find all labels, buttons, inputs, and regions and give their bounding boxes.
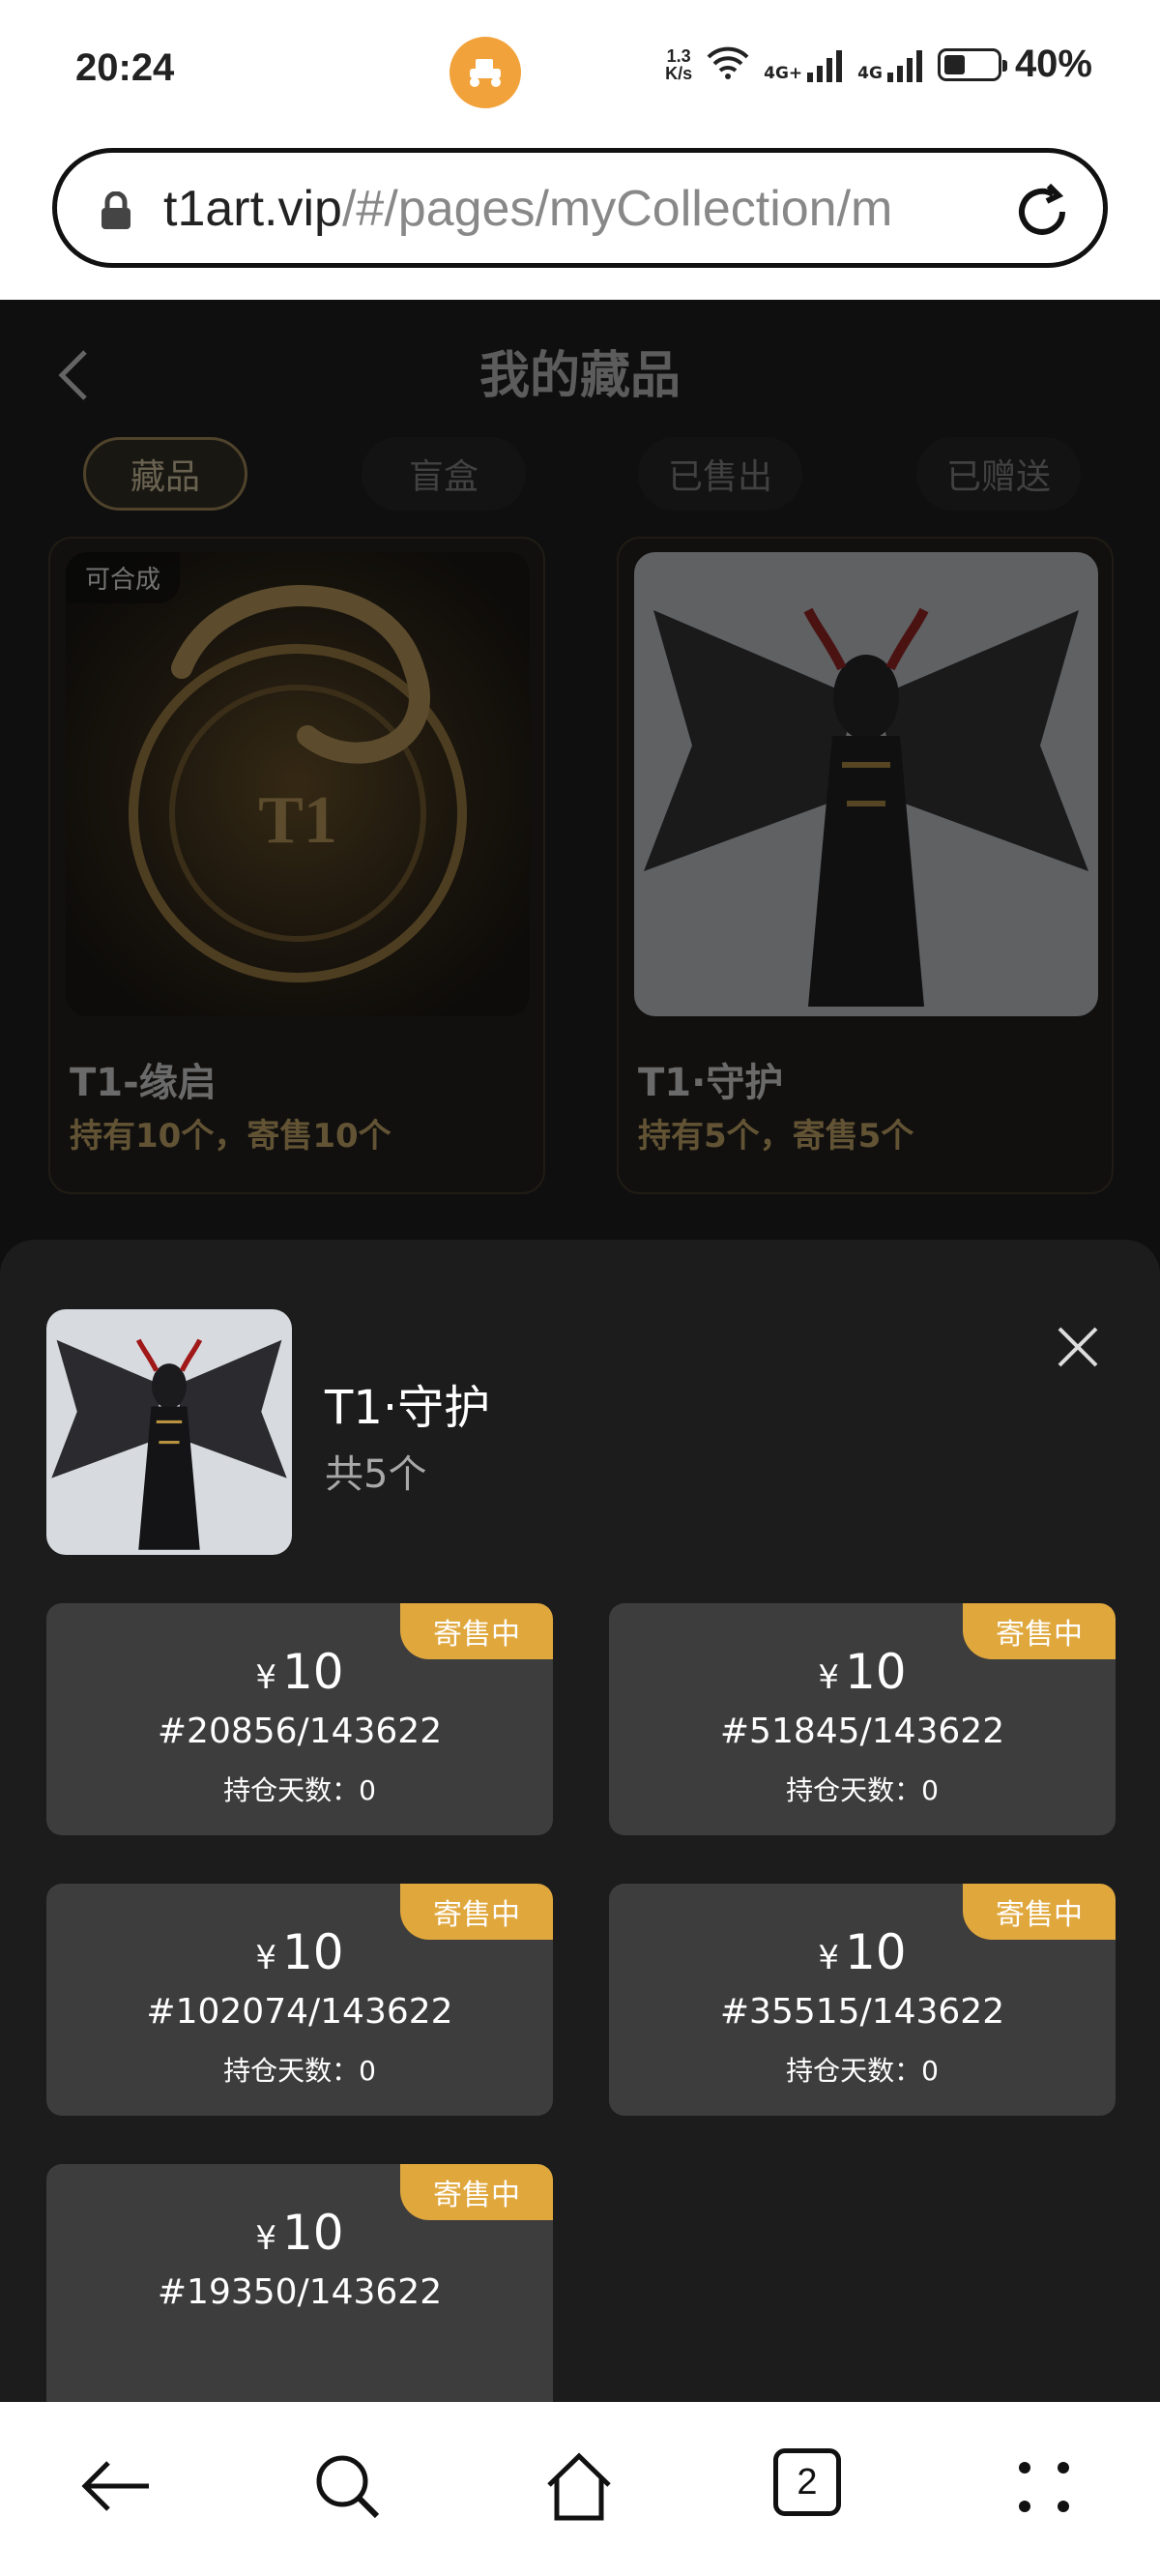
price-value: 10: [282, 2205, 344, 2261]
card-holding: 持有5个，寄售5个: [638, 1117, 914, 1156]
currency-symbol: ¥: [255, 1658, 276, 1697]
status-time: 20:24: [75, 46, 175, 89]
item-serial: #35515/143622: [719, 1992, 1005, 2032]
card-image: [634, 552, 1098, 1016]
currency-symbol: ¥: [255, 1939, 276, 1977]
consignment-item[interactable]: 寄售中 ¥10 #51845/143622 持仓天数：0: [609, 1603, 1116, 1835]
holding-days: 持仓天数：0: [786, 2055, 939, 2087]
address-bar[interactable]: t1art.vip/#/pages/myCollection/m: [52, 148, 1108, 268]
signal-2-label: 4G: [857, 63, 883, 83]
arrow-left-icon[interactable]: [79, 2448, 155, 2528]
consignment-item[interactable]: 寄售中 ¥10 #102074/143622 持仓天数：0: [46, 1884, 553, 2116]
currency-symbol: ¥: [255, 2219, 276, 2258]
status-bar: 20:24 1.3 K/s 4G+ 4G 40%: [0, 0, 1160, 140]
item-serial: #51845/143622: [719, 1712, 1005, 1751]
consignment-sheet: T1·守护 共5个 寄售中 ¥10 #20856/143622 持仓天数：0 寄…: [0, 1240, 1160, 2402]
item-price: ¥10: [46, 2205, 553, 2261]
scooter-icon: [450, 37, 521, 108]
holding-days: 持仓天数：0: [223, 2055, 376, 2087]
sheet-title: T1·守护: [325, 1381, 491, 1435]
price-value: 10: [845, 1924, 907, 1980]
holding-days: 持仓天数：0: [223, 1774, 376, 1806]
wifi-icon: [706, 45, 750, 84]
battery-fill: [943, 54, 965, 74]
tab-count: 2: [773, 2448, 841, 2516]
card-image: T1: [66, 552, 530, 1016]
card-name: T1·守护: [638, 1061, 784, 1105]
item-price: ¥10: [609, 1924, 1116, 1980]
signal-2: 4G: [857, 47, 924, 82]
consignment-item[interactable]: 寄售中 ¥10 #19350/143622: [46, 2164, 553, 2402]
signal-bars-icon: [886, 49, 922, 82]
card-holding: 持有10个，寄售10个: [70, 1117, 392, 1156]
price-value: 10: [282, 1924, 344, 1980]
close-icon[interactable]: [1054, 1323, 1102, 1375]
collection-card[interactable]: T1·守护 持有5个，寄售5个: [617, 537, 1114, 1194]
browser-toolbar: t1art.vip/#/pages/myCollection/m: [0, 140, 1160, 300]
item-price: ¥10: [46, 1924, 553, 1980]
card-name: T1-缘启: [70, 1061, 217, 1105]
net-speed-value: 1.3: [666, 45, 691, 66]
consignment-item[interactable]: 寄售中 ¥10 #35515/143622 持仓天数：0: [609, 1884, 1116, 2116]
url-path: /#/pages/myCollection/m: [341, 181, 893, 237]
search-icon[interactable]: [309, 2448, 385, 2528]
card-tag: 可合成: [66, 552, 181, 603]
menu-dots-icon[interactable]: [1015, 2448, 1073, 2528]
page-title: 我的藏品: [478, 347, 681, 405]
consignment-item[interactable]: 寄售中 ¥10 #20856/143622 持仓天数：0: [46, 1603, 553, 1835]
signal-1-label: 4G+: [764, 63, 803, 83]
price-value: 10: [845, 1644, 907, 1700]
tab-collection[interactable]: 藏品: [83, 437, 247, 511]
browser-bottom-nav: 2: [0, 2402, 1160, 2576]
item-serial: #19350/143622: [157, 2272, 443, 2312]
tabs-icon[interactable]: 2: [773, 2448, 841, 2516]
reload-icon[interactable]: [1010, 180, 1074, 248]
collection-tabs: 藏品 盲盒 已售出 已赠送: [83, 437, 1088, 511]
status-indicators: 1.3 K/s 4G+ 4G 40%: [665, 43, 1092, 86]
currency-symbol: ¥: [818, 1658, 839, 1697]
tab-gifted[interactable]: 已赠送: [916, 437, 1081, 511]
collection-card[interactable]: T1 可合成 T1-缘启 持有10个，寄售10个: [48, 537, 545, 1194]
item-serial: #20856/143622: [157, 1712, 443, 1751]
net-speed-unit: K/s: [665, 63, 693, 83]
tab-sold[interactable]: 已售出: [638, 437, 802, 511]
battery-percent: 40%: [1014, 43, 1092, 85]
item-serial: #102074/143622: [146, 1992, 453, 2032]
tab-blind-box[interactable]: 盲盒: [362, 437, 526, 511]
net-speed: 1.3 K/s: [665, 47, 692, 82]
sheet-thumbnail: [46, 1309, 292, 1555]
lock-icon[interactable]: [100, 190, 132, 234]
url-text[interactable]: t1art.vip/#/pages/myCollection/m: [163, 180, 1014, 238]
signal-1: 4G+: [764, 47, 844, 82]
price-value: 10: [282, 1644, 344, 1700]
holding-days: 持仓天数：0: [786, 1774, 939, 1806]
signal-bars-icon: [807, 49, 843, 82]
svg-text:T1: T1: [258, 783, 337, 858]
home-icon[interactable]: [541, 2448, 617, 2528]
battery-icon: [937, 47, 1007, 81]
currency-symbol: ¥: [818, 1939, 839, 1977]
url-host: t1art.vip: [163, 181, 342, 237]
item-price: ¥10: [609, 1644, 1116, 1700]
sheet-count: 共5个: [325, 1452, 427, 1497]
item-price: ¥10: [46, 1644, 553, 1700]
